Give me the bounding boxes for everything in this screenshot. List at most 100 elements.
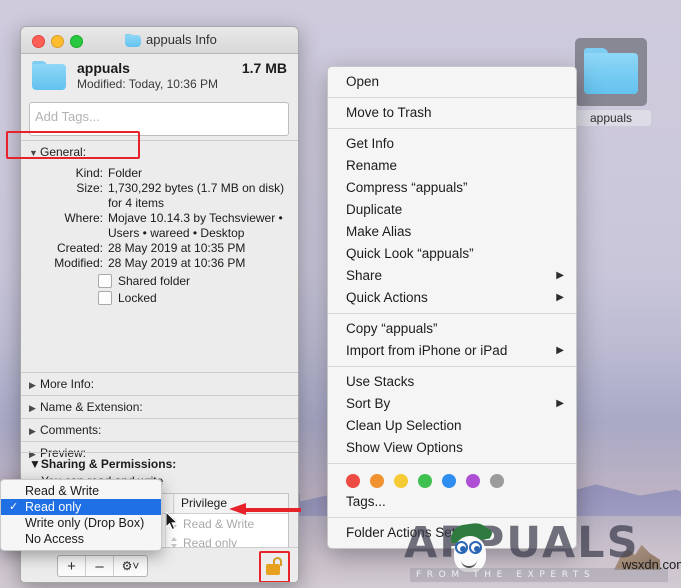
maximize-button[interactable] [70,35,83,48]
tag-color-purple[interactable] [466,474,480,488]
minimize-button[interactable] [51,35,64,48]
shared-folder-checkbox-row[interactable]: Shared folder [98,274,298,288]
row-key [21,196,108,211]
sharing-section-header[interactable]: ▼Sharing & Permissions: [21,453,298,473]
menu-item-quick-look[interactable]: Quick Look “appuals” [328,243,576,265]
menu-item-clean-up-selection[interactable]: Clean Up Selection [328,415,576,437]
menu-item-share[interactable]: Share ▶ [328,265,576,287]
privilege-dropdown-menu[interactable]: Read & Write ✓ Read only Write only (Dro… [0,479,162,551]
menu-item-compress[interactable]: Compress “appuals” [328,177,576,199]
submenu-arrow-icon: ▶ [556,270,564,281]
submenu-arrow-icon: ▶ [556,398,564,409]
header-folder-icon [32,61,66,90]
menu-item-write-only[interactable]: Write only (Drop Box) [1,515,161,531]
menu-item-label: Read & Write [25,484,100,498]
locked-checkbox-row[interactable]: Locked [98,291,298,305]
menu-separator [328,517,576,518]
menu-item-show-view-options[interactable]: Show View Options [328,437,576,459]
info-row: Users • wareed • Desktop [21,226,298,241]
tag-color-yellow[interactable] [394,474,408,488]
row-value: Folder [108,166,143,180]
disclosure-triangle-right-icon[interactable]: ▶ [29,403,40,414]
menu-item-label: Make Alias [346,224,412,239]
menu-item-make-alias[interactable]: Make Alias [328,221,576,243]
menu-item-move-to-trash[interactable]: Move to Trash [328,102,576,124]
menu-item-tags[interactable]: Tags... [328,491,576,513]
tag-color-swatches[interactable] [328,468,576,491]
close-button[interactable] [32,35,45,48]
menu-item-label: Open [346,74,380,89]
menu-item-use-stacks[interactable]: Use Stacks [328,371,576,393]
collapsed-sections: ▶ More Info: ▶ Name & Extension: ▶ Comments… [21,372,298,464]
row-key: Kind: [75,166,103,180]
menu-item-label: Sort By [346,396,391,411]
add-tags-placeholder: Add Tags... [35,109,100,124]
menu-item-get-info[interactable]: Get Info [328,133,576,155]
gear-icon: ⚙ [121,559,133,573]
window-title: appuals Info [146,32,217,47]
row-value: 28 May 2019 at 10:36 PM [108,256,246,270]
menu-item-sort-by[interactable]: Sort By ▶ [328,393,576,415]
window-titlebar[interactable]: appuals Info [21,27,298,54]
menu-separator [328,97,576,98]
action-gear-button[interactable]: ⚙ ˅ [114,556,147,576]
menu-item-label: Show View Options [346,440,463,455]
remove-user-button[interactable]: – [86,556,114,576]
file-name: appuals [77,60,130,76]
disclosure-triangle-down-icon[interactable]: ▼ [29,457,41,471]
row-value: Users • wareed • Desktop [108,226,245,240]
desktop-folder-appuals[interactable]: appuals [571,38,651,130]
permissions-button-group[interactable]: + – ⚙ ˅ [57,555,148,577]
sidebar-item-name-extension[interactable]: ▶ Name & Extension: [21,395,298,418]
general-section: ▼ General: Kind: Folder Size: 1,730,292 byt… [21,140,298,309]
menu-item-copy[interactable]: Copy “appuals” [328,318,576,340]
tag-color-green[interactable] [418,474,432,488]
locked-label: Locked [118,291,157,305]
menu-item-read-only[interactable]: ✓ Read only [1,499,161,515]
sidebar-item-more-info[interactable]: ▶ More Info: [21,372,298,395]
sharing-label: Sharing & Permissions: [40,457,177,471]
disclosure-triangle-right-icon[interactable]: ▶ [29,426,40,437]
menu-item-duplicate[interactable]: Duplicate [328,199,576,221]
menu-item-import-from-iphone[interactable]: Import from iPhone or iPad ▶ [328,340,576,362]
menu-item-no-access[interactable]: No Access [1,531,161,547]
finder-context-menu[interactable]: Open Move to Trash Get Info Rename Compr… [327,66,577,549]
tag-color-gray[interactable] [490,474,504,488]
menu-item-label: Import from iPhone or iPad [346,343,508,358]
row-value: for 4 items [108,196,165,210]
row-value: Mojave 10.14.3 by Techsviewer • [108,211,283,225]
file-header: appuals 1.7 MB Modified: Today, 10:36 PM [21,54,298,98]
row-key: Where: [64,211,103,225]
disclosure-triangle-right-icon[interactable]: ▶ [29,380,40,391]
info-row: Size: 1,730,292 bytes (1.7 MB on disk) [21,181,298,196]
chevron-down-icon: ˅ [132,559,140,573]
shared-folder-label: Shared folder [118,274,191,288]
menu-item-folder-actions-setup[interactable]: Folder Actions Setup... [328,522,576,544]
menu-item-label: Copy “appuals” [346,321,438,336]
tag-color-red[interactable] [346,474,360,488]
menu-separator [328,366,576,367]
locked-checkbox[interactable] [98,291,112,305]
menu-separator [328,128,576,129]
annotation-arrow-icon [229,503,301,516]
general-rows: Kind: Folder Size: 1,730,292 bytes (1.7 MB… [21,163,298,309]
row-value: 28 May 2019 at 10:35 PM [108,241,246,255]
menu-item-label: Folder Actions Setup... [346,525,482,540]
menu-item-label: Tags... [346,494,386,509]
sidebar-item-comments[interactable]: ▶ Comments: [21,418,298,441]
permission-privilege-cell[interactable]: Read & Write [166,514,288,533]
menu-item-read-write[interactable]: Read & Write [1,483,161,499]
file-modified: Modified: Today, 10:36 PM [77,77,218,91]
menu-item-rename[interactable]: Rename [328,155,576,177]
section-label: Name & Extension: [40,400,143,414]
add-user-button[interactable]: + [58,556,86,576]
row-key: Modified: [54,256,103,270]
menu-item-quick-actions[interactable]: Quick Actions ▶ [328,287,576,309]
unlocked-padlock-icon[interactable] [266,557,282,575]
shared-folder-checkbox[interactable] [98,274,112,288]
menu-item-open[interactable]: Open [328,71,576,93]
row-key [21,226,108,241]
file-size: 1.7 MB [241,60,287,76]
tag-color-blue[interactable] [442,474,456,488]
tag-color-orange[interactable] [370,474,384,488]
